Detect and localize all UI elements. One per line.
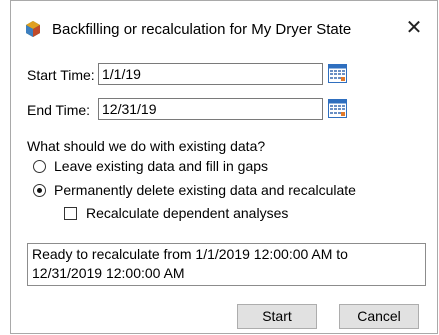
status-message: Ready to recalculate from 1/1/2019 12:00… <box>27 243 426 286</box>
leave-existing-label: Leave existing data and fill in gaps <box>54 158 269 174</box>
start-button[interactable]: Start <box>237 304 317 329</box>
existing-data-question: What should we do with existing data? <box>27 138 266 154</box>
app-logo-icon <box>26 21 40 37</box>
start-time-input[interactable] <box>99 64 297 84</box>
title-bar: Backfilling or recalculation for My Drye… <box>11 1 437 59</box>
start-time-field <box>98 63 323 85</box>
delete-recalculate-radio[interactable] <box>33 184 46 197</box>
end-time-field <box>98 98 323 120</box>
calendar-icon[interactable] <box>328 99 347 118</box>
delete-recalculate-label: Permanently delete existing data and rec… <box>54 182 356 198</box>
recalc-dependent-checkbox[interactable] <box>64 207 77 220</box>
dialog-title: Backfilling or recalculation for My Drye… <box>52 21 352 38</box>
start-time-label: Start Time: <box>27 67 95 83</box>
end-time-input[interactable] <box>99 99 297 119</box>
backfill-dialog: Backfilling or recalculation for My Drye… <box>10 0 438 334</box>
close-icon[interactable]: ✕ <box>403 17 425 39</box>
status-line-1: Ready to recalculate from 1/1/2019 12:00… <box>32 246 348 262</box>
recalc-dependent-label: Recalculate dependent analyses <box>86 205 289 221</box>
leave-existing-radio[interactable] <box>33 160 46 173</box>
status-line-2: 12/31/2019 12:00:00 AM <box>32 265 185 281</box>
calendar-icon[interactable] <box>328 64 347 83</box>
cancel-button[interactable]: Cancel <box>339 304 419 329</box>
end-time-label: End Time: <box>27 102 91 118</box>
